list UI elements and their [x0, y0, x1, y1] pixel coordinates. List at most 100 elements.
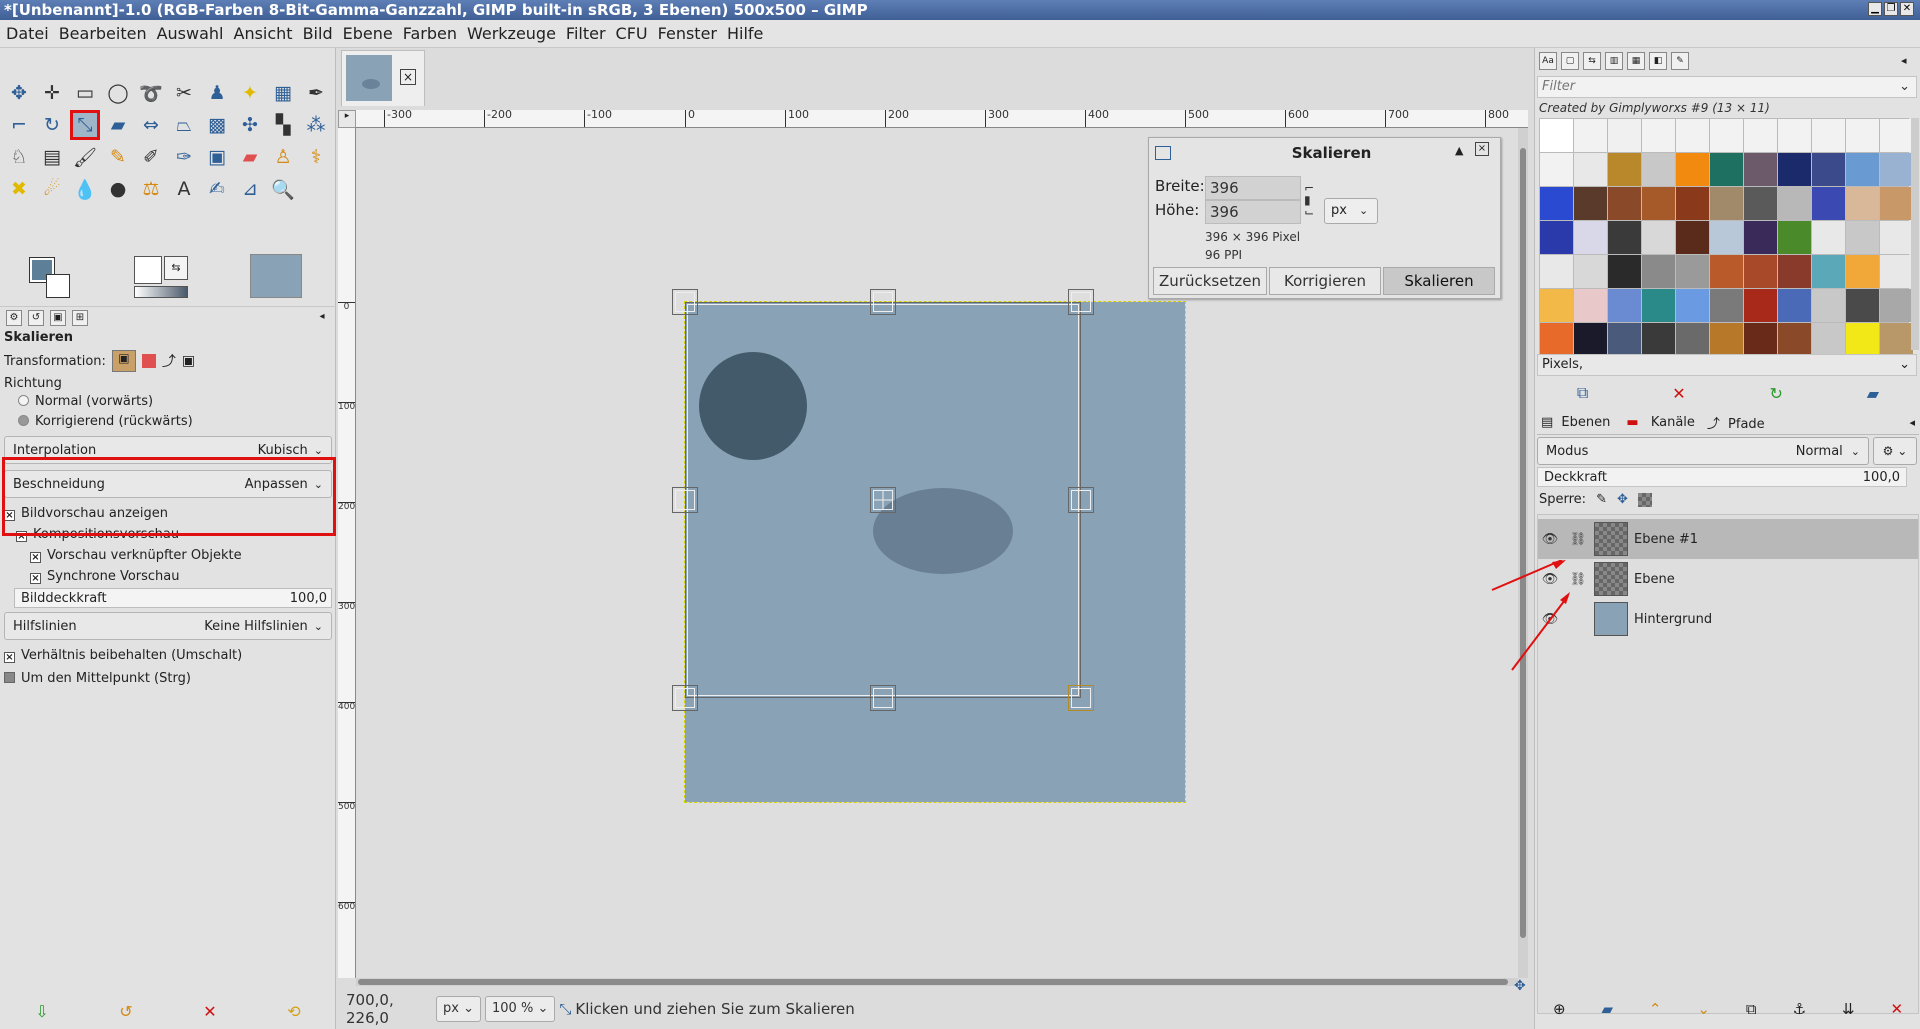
- pattern-swatch[interactable]: [1778, 153, 1811, 186]
- pattern-swatch[interactable]: [1880, 255, 1913, 288]
- pattern-swatch[interactable]: [1574, 289, 1607, 322]
- gradient-tool-icon[interactable]: ▤: [37, 142, 67, 172]
- pattern-swatch[interactable]: [1880, 187, 1913, 220]
- pattern-swatch[interactable]: [1710, 255, 1743, 288]
- pattern-swatch[interactable]: [1608, 153, 1641, 186]
- pattern-grid[interactable]: [1539, 118, 1913, 357]
- scale-handle-right[interactable]: [1068, 487, 1094, 513]
- pattern-swatch[interactable]: [1540, 119, 1573, 152]
- delete-icon[interactable]: ✕: [1672, 384, 1685, 403]
- device-status-tab-icon[interactable]: ↺: [28, 309, 44, 326]
- shear-tool-icon[interactable]: ▰: [103, 110, 133, 140]
- lower-layer-icon[interactable]: ⌄: [1697, 1000, 1710, 1018]
- rect-select-tool-icon[interactable]: ▭: [70, 78, 100, 108]
- zoom-tool-icon[interactable]: 🔍: [268, 174, 298, 204]
- new-layer-icon[interactable]: ⊕: [1553, 1000, 1566, 1018]
- menu-werkzeuge[interactable]: Werkzeuge: [467, 24, 556, 43]
- zoom-dropdown[interactable]: 100 % ⌄: [485, 996, 556, 1022]
- patterns-tab-icon[interactable]: ⇆: [1583, 52, 1601, 70]
- close-icon[interactable]: ×: [1475, 142, 1489, 156]
- gradients-tab-icon[interactable]: ▥: [1605, 52, 1623, 70]
- pattern-swatch[interactable]: [1880, 289, 1913, 322]
- pattern-swatch[interactable]: [1744, 255, 1777, 288]
- pattern-swatch[interactable]: [1812, 119, 1845, 152]
- pattern-swatch[interactable]: [1880, 119, 1913, 152]
- eye-icon[interactable]: 👁: [1538, 532, 1562, 547]
- dock-menu-icon[interactable]: ◂: [1901, 54, 1907, 67]
- sync-preview-checkbox[interactable]: × Synchrone Vorschau: [30, 569, 180, 584]
- color-picker-tool-icon[interactable]: ✍: [202, 174, 232, 204]
- transform-selection-icon[interactable]: [141, 354, 156, 368]
- unified-transform-icon[interactable]: ▚: [268, 110, 298, 140]
- pattern-swatch[interactable]: [1574, 119, 1607, 152]
- scissors-tool-icon[interactable]: ✂: [169, 78, 199, 108]
- pattern-scrollbar[interactable]: [1911, 118, 1919, 350]
- pattern-swatch[interactable]: [1608, 187, 1641, 220]
- pattern-swatch[interactable]: [1710, 119, 1743, 152]
- pattern-swatch[interactable]: [1540, 221, 1573, 254]
- menu-ebene[interactable]: Ebene: [343, 24, 393, 43]
- vertical-scrollbar[interactable]: [1518, 128, 1528, 978]
- scale-handle-bottom-right[interactable]: [1068, 685, 1094, 711]
- refresh-icon[interactable]: ↻: [1769, 384, 1782, 403]
- pattern-swatch[interactable]: [1642, 119, 1675, 152]
- transform-path-icon[interactable]: ⤴: [162, 351, 176, 371]
- raise-layer-icon[interactable]: ⌃: [1649, 1000, 1662, 1018]
- pattern-swatch[interactable]: [1676, 323, 1709, 356]
- horizontal-scrollbar[interactable]: [356, 978, 1518, 986]
- delete-layer-icon[interactable]: ✕: [1890, 1000, 1903, 1018]
- dynamics-tab-icon[interactable]: ✎: [1671, 52, 1689, 70]
- pattern-swatch[interactable]: [1540, 153, 1573, 186]
- pattern-swatch[interactable]: [1846, 187, 1879, 220]
- layer-mode-dropdown[interactable]: Modus Normal ⌄: [1537, 437, 1869, 465]
- pattern-swatch[interactable]: [1676, 255, 1709, 288]
- layer-row[interactable]: 👁 Hintergrund: [1538, 599, 1918, 639]
- anchor-layer-icon[interactable]: ⚓: [1793, 1000, 1806, 1018]
- pattern-swatch[interactable]: [1812, 289, 1845, 322]
- scale-handle-center[interactable]: [870, 487, 896, 513]
- menu-fenster[interactable]: Fenster: [658, 24, 717, 43]
- unit-dropdown[interactable]: px ⌄: [1324, 198, 1378, 224]
- pattern-swatch[interactable]: [1574, 255, 1607, 288]
- image-tab[interactable]: ×: [341, 50, 425, 106]
- warp-tool-icon[interactable]: ✣: [235, 110, 265, 140]
- tool-options-tab-icon[interactable]: ⚙: [6, 309, 22, 326]
- close-icon[interactable]: ×: [400, 69, 416, 85]
- scale-handle-top-right[interactable]: [1068, 289, 1094, 315]
- heal-tool-icon[interactable]: ⚕: [301, 142, 331, 172]
- heal-patch-icon[interactable]: ✖: [4, 174, 34, 204]
- menu-hilfe[interactable]: Hilfe: [727, 24, 763, 43]
- pattern-swatch[interactable]: [1574, 153, 1607, 186]
- color-select-tool-icon[interactable]: ▦: [268, 78, 298, 108]
- cage-tool-icon[interactable]: ▩: [202, 110, 232, 140]
- scale-handle-bottom-left[interactable]: [672, 685, 698, 711]
- chain-link-icon[interactable]: ⌐ ▮ ⌙: [1304, 182, 1314, 218]
- free-select-tool-icon[interactable]: ➰: [136, 78, 166, 108]
- reset-options-icon[interactable]: ⟲: [287, 1002, 300, 1021]
- fonts-tab-icon[interactable]: Aa: [1539, 52, 1557, 70]
- pattern-swatch[interactable]: [1676, 153, 1709, 186]
- ink-tool-icon[interactable]: ✑: [169, 142, 199, 172]
- unit-dropdown[interactable]: px ⌄: [436, 996, 481, 1022]
- flip-tool-icon[interactable]: ⇔: [136, 110, 166, 140]
- tab-channels[interactable]: ▬ Kanäle: [1618, 415, 1703, 430]
- pattern-swatch[interactable]: [1744, 221, 1777, 254]
- linked-preview-checkbox[interactable]: × Vorschau verknüpfter Objekte: [30, 548, 242, 563]
- active-image-thumbnail[interactable]: [250, 254, 302, 298]
- paths-tool-icon[interactable]: ✒: [301, 78, 331, 108]
- navigate-icon[interactable]: ✥: [1514, 978, 1526, 994]
- menu-datei[interactable]: Datei: [6, 24, 49, 43]
- pattern-swatch[interactable]: [1574, 187, 1607, 220]
- layer-row[interactable]: 👁 ⛓ Ebene #1: [1538, 519, 1918, 559]
- pattern-swatch[interactable]: [1574, 221, 1607, 254]
- pattern-swatch[interactable]: [1744, 119, 1777, 152]
- menu-auswahl[interactable]: Auswahl: [157, 24, 224, 43]
- palettes-tab-icon[interactable]: ▦: [1627, 52, 1645, 70]
- pattern-swatch[interactable]: [1778, 221, 1811, 254]
- save-options-icon[interactable]: ⇩: [35, 1002, 48, 1021]
- pattern-swatch[interactable]: [1676, 119, 1709, 152]
- pattern-swatch[interactable]: [1744, 289, 1777, 322]
- dock-menu-icon[interactable]: ◂: [1905, 416, 1919, 429]
- mypaint-brush-icon[interactable]: ▣: [202, 142, 232, 172]
- pattern-swatch[interactable]: [1710, 187, 1743, 220]
